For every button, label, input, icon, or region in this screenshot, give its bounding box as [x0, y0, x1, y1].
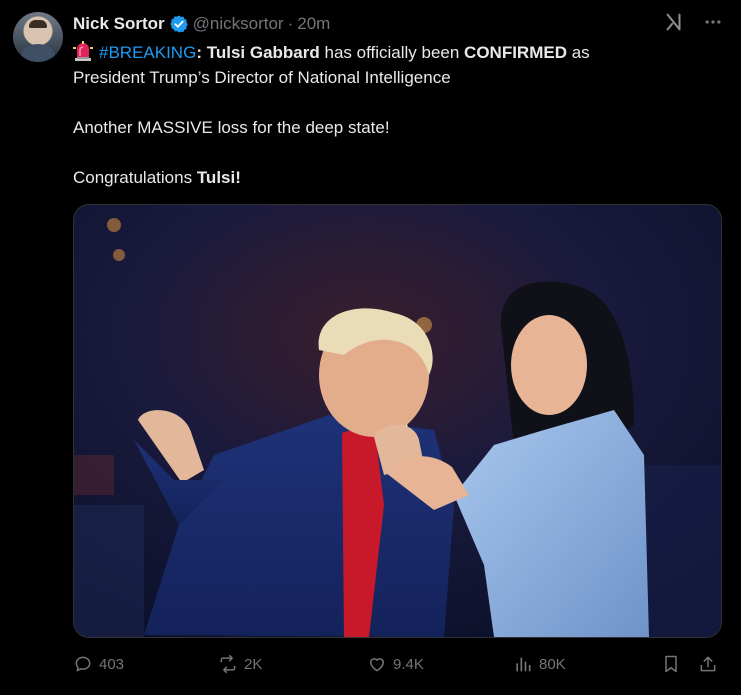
share-icon	[698, 654, 718, 674]
tweet-actions: 403 2K 9.4K 80K	[73, 650, 720, 678]
top-right-actions	[663, 11, 723, 33]
tweet-line-4: Congratulations Tulsi!	[73, 165, 713, 190]
tweet-photo[interactable]	[73, 204, 722, 638]
views-icon	[513, 654, 533, 674]
tweet-line-1: #BREAKING: Tulsi Gabbard has officially …	[73, 40, 713, 65]
line1-end-text: as	[567, 43, 590, 62]
author-handle[interactable]: @nicksortor	[193, 14, 284, 34]
line1-mid-text: has officially been	[319, 43, 465, 62]
like-count: 9.4K	[393, 655, 424, 673]
views-button[interactable]: 80K	[513, 650, 566, 678]
separator-dot: ·	[287, 14, 294, 33]
repost-button[interactable]: 2K	[218, 650, 262, 678]
reply-icon	[73, 654, 93, 674]
colon-text: :	[196, 43, 202, 62]
verified-badge-icon	[169, 14, 189, 34]
two-people-on-stage-photo	[74, 205, 721, 637]
views-count: 80K	[539, 655, 566, 673]
hashtag-link[interactable]: #BREAKING	[99, 43, 196, 62]
repost-count: 2K	[244, 655, 263, 673]
tweet-line-3: Another MASSIVE loss for the deep state!	[73, 118, 390, 137]
like-button[interactable]: 9.4K	[367, 650, 424, 678]
grok-icon[interactable]	[663, 11, 685, 33]
share-button[interactable]	[698, 650, 718, 678]
bookmark-button[interactable]	[661, 650, 681, 678]
line4-name-text: Tulsi!	[196, 168, 241, 187]
tweet-line-2: President Trump’s Director of National I…	[73, 68, 451, 87]
avatar-shirt	[21, 44, 55, 62]
tweet-header: Nick Sortor @nicksortor · 20m	[73, 13, 330, 35]
bookmark-icon	[661, 654, 681, 674]
repost-icon	[218, 654, 238, 674]
avatar-hair	[29, 20, 47, 28]
more-icon[interactable]	[703, 12, 723, 32]
avatar[interactable]	[13, 12, 63, 62]
bold-name: Tulsi Gabbard	[206, 43, 320, 62]
police-light-icon	[73, 41, 93, 61]
reply-button[interactable]: 403	[73, 650, 124, 678]
line4-start-text: Congratulations	[73, 168, 197, 187]
confirmed-text: CONFIRMED	[464, 43, 567, 62]
timestamp[interactable]: 20m	[297, 14, 330, 34]
reply-count: 403	[99, 655, 125, 673]
heart-icon	[367, 654, 387, 674]
tweet-text: #BREAKING: Tulsi Gabbard has officially …	[73, 40, 713, 190]
author-name[interactable]: Nick Sortor	[73, 14, 165, 34]
